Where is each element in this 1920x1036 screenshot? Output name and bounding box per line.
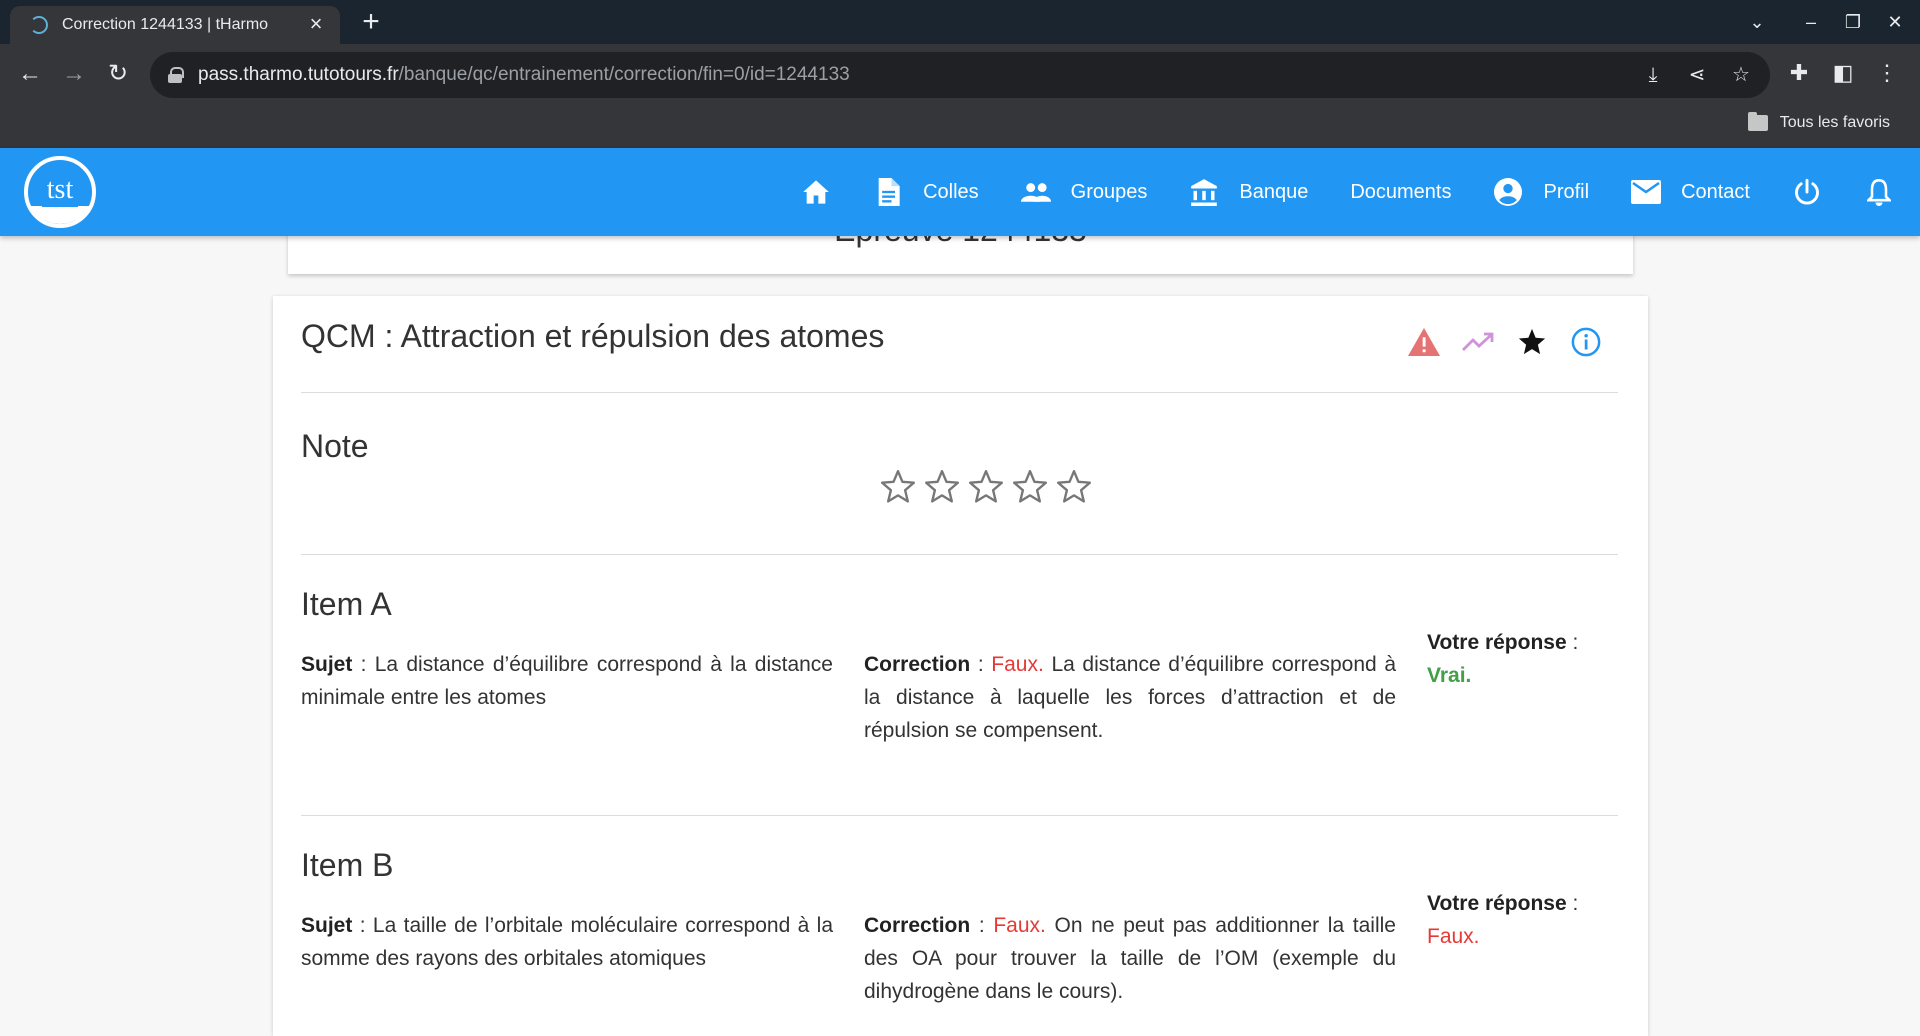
- bank-icon: [1189, 177, 1219, 207]
- qcm-title: QCM : Attraction et répulsion des atomes: [301, 318, 885, 354]
- address-bar[interactable]: pass.tharmo.tutotours.fr/banque/qc/entra…: [150, 52, 1770, 98]
- close-window-icon[interactable]: ✕: [1880, 8, 1910, 36]
- note-label: Note: [301, 428, 369, 464]
- minimize-window-icon[interactable]: –: [1796, 8, 1826, 36]
- nav-colles[interactable]: Colles: [873, 177, 979, 207]
- favorite-star-icon[interactable]: [1514, 324, 1550, 360]
- group-icon: [1020, 177, 1051, 207]
- tab-search-chevron-icon[interactable]: ⌄: [1742, 8, 1772, 36]
- nav-logout[interactable]: [1792, 177, 1822, 207]
- browser-tab[interactable]: Correction 1244133 | tHarmo ×: [10, 6, 340, 44]
- correction-verdict: Faux.: [993, 914, 1046, 937]
- qcm-card: QCM : Attraction et répulsion des atomes…: [273, 296, 1648, 1036]
- site-header: tst Colles Groupes Banque Documents Prof…: [0, 148, 1920, 236]
- sep: :: [352, 653, 375, 676]
- tab-close-icon[interactable]: ×: [304, 13, 328, 37]
- nav-banque[interactable]: Banque: [1189, 177, 1308, 207]
- site-favicon-icon: [30, 16, 48, 34]
- info-icon[interactable]: [1568, 324, 1604, 360]
- svg-text:tst: tst: [47, 174, 74, 205]
- browser-tab-bar: Correction 1244133 | tHarmo × + ⌄ – ❐ ✕: [0, 0, 1920, 44]
- url-host: pass.tharmo.tutotours.fr: [198, 64, 399, 85]
- bell-icon: [1864, 177, 1894, 207]
- trending-up-icon[interactable]: [1460, 324, 1496, 360]
- nav-contact-label: Contact: [1681, 180, 1750, 203]
- url-path: /banque/qc/entrainement/correction/fin=0…: [398, 64, 850, 85]
- power-icon: [1792, 177, 1822, 207]
- sujet-text: La taille de l’orbitale moléculaire corr…: [301, 914, 833, 970]
- main-nav: Colles Groupes Banque Documents Profil C…: [801, 148, 1920, 236]
- rating-star-icon[interactable]: [967, 468, 1005, 506]
- reload-icon[interactable]: ↻: [102, 58, 134, 90]
- nav-profil[interactable]: Profil: [1493, 177, 1589, 207]
- forward-arrow-icon[interactable]: →: [58, 58, 90, 90]
- sep: :: [1566, 631, 1579, 654]
- sujet-label: Sujet: [301, 653, 353, 676]
- browser-toolbar: ← → ↻ pass.tharmo.tutotours.fr/banque/qc…: [0, 44, 1920, 106]
- answer-value: Vrai.: [1427, 664, 1472, 687]
- sujet-label: Sujet: [301, 914, 353, 937]
- nav-home[interactable]: [801, 177, 831, 207]
- divider: [301, 554, 1618, 555]
- restore-window-icon[interactable]: ❐: [1838, 8, 1868, 36]
- side-panel-icon[interactable]: ◧: [1828, 58, 1858, 88]
- nav-colles-label: Colles: [923, 180, 979, 203]
- install-app-icon[interactable]: ⤓: [1640, 62, 1666, 88]
- nav-notifications[interactable]: [1864, 177, 1894, 207]
- tab-title: Correction 1244133 | tHarmo: [62, 16, 269, 33]
- rating-star-icon[interactable]: [1055, 468, 1093, 506]
- divider: [301, 815, 1618, 816]
- sep: :: [1566, 892, 1579, 915]
- rating-star-icon[interactable]: [923, 468, 961, 506]
- sep: :: [970, 914, 994, 937]
- item-correction: Correction : Faux. On ne peut pas additi…: [864, 909, 1396, 1008]
- extensions-puzzle-icon[interactable]: ✚: [1784, 58, 1814, 88]
- folder-icon: [1747, 112, 1768, 131]
- divider: [301, 392, 1618, 393]
- sujet-text: La distance d’équilibre correspond à la …: [301, 653, 833, 709]
- nav-documents[interactable]: Documents: [1350, 181, 1451, 204]
- tharmo-logo[interactable]: tst: [20, 154, 100, 230]
- document-icon: [873, 177, 903, 207]
- report-warning-icon[interactable]: [1406, 324, 1442, 360]
- mail-icon: [1631, 177, 1662, 207]
- nav-documents-label: Documents: [1350, 180, 1452, 203]
- nav-profil-label: Profil: [1543, 180, 1590, 203]
- item-sujet: Sujet : La taille de l’orbitale molécula…: [301, 909, 833, 975]
- bookmark-star-icon[interactable]: ☆: [1728, 62, 1754, 88]
- nav-groupes[interactable]: Groupes: [1020, 177, 1148, 207]
- nav-banque-label: Banque: [1239, 180, 1309, 203]
- item-sujet: Sujet : La distance d’équilibre correspo…: [301, 648, 833, 714]
- account-circle-icon: [1493, 177, 1523, 207]
- answer-value: Faux.: [1427, 925, 1480, 948]
- share-icon[interactable]: ⋖: [1684, 62, 1710, 88]
- answer-label: Votre réponse: [1427, 892, 1567, 915]
- item-correction: Correction : Faux. La distance d’équilib…: [864, 648, 1396, 747]
- qcm-actions: [1388, 324, 1604, 360]
- rating-stars: [879, 468, 1099, 506]
- correction-label: Correction: [864, 914, 971, 937]
- new-tab-button[interactable]: +: [356, 7, 386, 38]
- correction-label: Correction: [864, 653, 971, 676]
- rating-star-icon[interactable]: [1011, 468, 1049, 506]
- rating-star-icon[interactable]: [879, 468, 917, 506]
- back-arrow-icon[interactable]: ←: [14, 58, 46, 90]
- lock-icon: [168, 67, 184, 83]
- nav-groupes-label: Groupes: [1070, 180, 1148, 203]
- home-icon: [801, 177, 831, 207]
- all-bookmarks-label: Tous les favoris: [1779, 114, 1890, 131]
- bookmarks-bar: Tous les favoris: [0, 106, 1920, 148]
- item-title: Item B: [301, 847, 394, 883]
- answer-label: Votre réponse: [1427, 631, 1567, 654]
- correction-verdict: Faux.: [991, 653, 1044, 676]
- item-title: Item A: [301, 586, 392, 622]
- item-answer: Votre réponse : Vrai.: [1427, 626, 1607, 692]
- sep: :: [352, 914, 373, 937]
- all-bookmarks-button[interactable]: Tous les favoris: [1747, 112, 1890, 132]
- browser-menu-icon[interactable]: ⋮: [1872, 58, 1902, 88]
- sep: :: [970, 653, 992, 676]
- nav-contact[interactable]: Contact: [1631, 177, 1750, 207]
- item-answer: Votre réponse : Faux.: [1427, 887, 1607, 953]
